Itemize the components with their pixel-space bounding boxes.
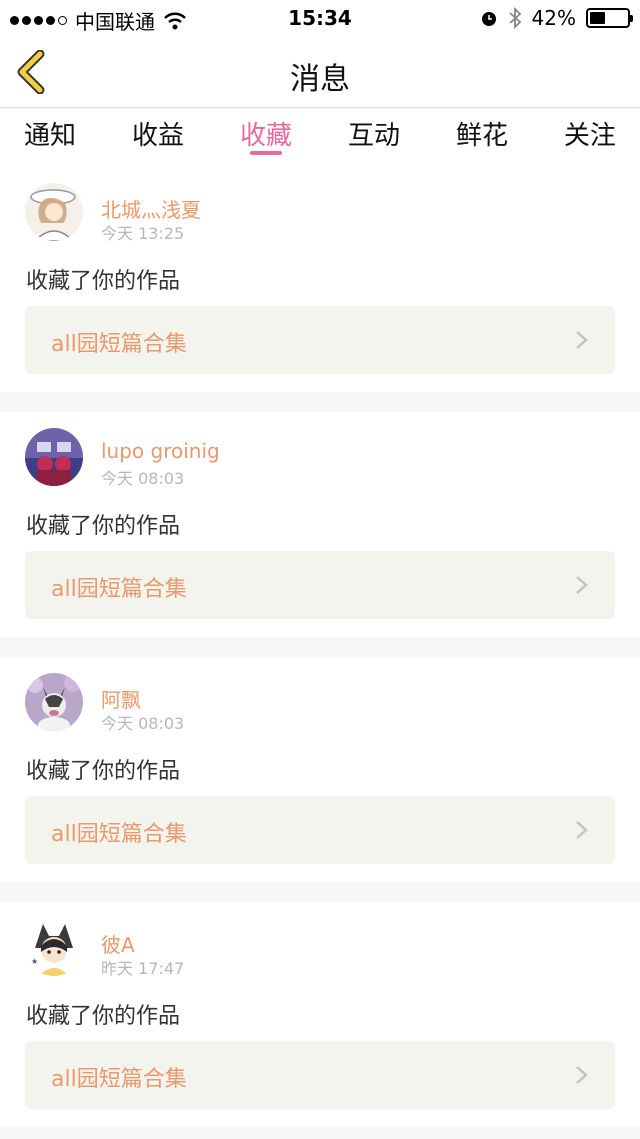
avatar-image (25, 673, 83, 731)
timestamp: 今天 08:03 (101, 714, 185, 733)
username[interactable]: 阿飘 (101, 684, 141, 713)
battery-percent: 42% (531, 6, 576, 30)
message-card: ★ 彼A 昨天 17:47 收藏了你的作品 all园短篇合集 (0, 902, 640, 1127)
work-link[interactable]: all园短篇合集 (25, 551, 615, 619)
timestamp: 昨天 17:47 (101, 959, 185, 978)
tab-earnings[interactable]: 收益 (132, 109, 184, 167)
message-card: 北城灬浅夏 今天 13:25 收藏了你的作品 all园短篇合集 (0, 167, 640, 392)
action-text: 收藏了你的作品 (26, 269, 181, 294)
tab-favorites[interactable]: 收藏 (240, 109, 292, 167)
avatar-image (25, 183, 83, 241)
work-link[interactable]: all园短篇合集 (25, 306, 615, 374)
avatar-image (25, 428, 83, 486)
tab-bar: 通知 收益 收藏 互动 鲜花 关注 (0, 109, 640, 167)
message-list: 北城灬浅夏 今天 13:25 收藏了你的作品 all园短篇合集 lupo gro… (0, 167, 640, 1139)
battery-icon (586, 8, 633, 28)
nav-bar: 消息 (0, 36, 640, 108)
avatar-image: ★ (25, 918, 83, 976)
work-link[interactable]: all园短篇合集 (25, 1041, 615, 1109)
action-text: 收藏了你的作品 (26, 1004, 181, 1029)
alarm-icon (481, 12, 496, 26)
action-text: 收藏了你的作品 (26, 759, 181, 784)
work-title: all园短篇合集 (51, 1067, 187, 1092)
username[interactable]: lupo groinig (101, 439, 220, 463)
timestamp: 今天 13:25 (101, 224, 185, 243)
message-card: 阿飘 今天 08:03 收藏了你的作品 all园短篇合集 (0, 657, 640, 882)
timestamp: 今天 08:03 (101, 469, 185, 488)
message-card: lupo groinig 今天 08:03 收藏了你的作品 all园短篇合集 (0, 412, 640, 637)
tab-notifications[interactable]: 通知 (24, 109, 76, 167)
status-bar: 中国联通 15:34 42% (0, 0, 640, 36)
svg-text:★: ★ (31, 957, 38, 966)
bluetooth-icon (508, 7, 521, 29)
work-title: all园短篇合集 (51, 332, 187, 357)
page-title: 消息 (290, 62, 350, 97)
username[interactable]: 彼A (101, 929, 135, 958)
chevron-right-icon (576, 821, 588, 839)
avatar[interactable] (25, 673, 83, 731)
work-title: all园短篇合集 (51, 577, 187, 602)
avatar[interactable]: ★ (25, 918, 83, 976)
work-title: all园短篇合集 (51, 822, 187, 847)
action-text: 收藏了你的作品 (26, 514, 181, 539)
avatar[interactable] (25, 183, 83, 241)
tab-follows[interactable]: 关注 (564, 109, 616, 167)
username[interactable]: 北城灬浅夏 (101, 194, 201, 223)
chevron-right-icon (576, 331, 588, 349)
chevron-right-icon (576, 1066, 588, 1084)
status-right: 42% (480, 6, 633, 30)
battery-fill (590, 12, 606, 24)
tab-flowers[interactable]: 鲜花 (456, 109, 508, 167)
chevron-right-icon (576, 576, 588, 594)
avatar[interactable] (25, 428, 83, 486)
tab-interactions[interactable]: 互动 (348, 109, 400, 167)
work-link[interactable]: all园短篇合集 (25, 796, 615, 864)
